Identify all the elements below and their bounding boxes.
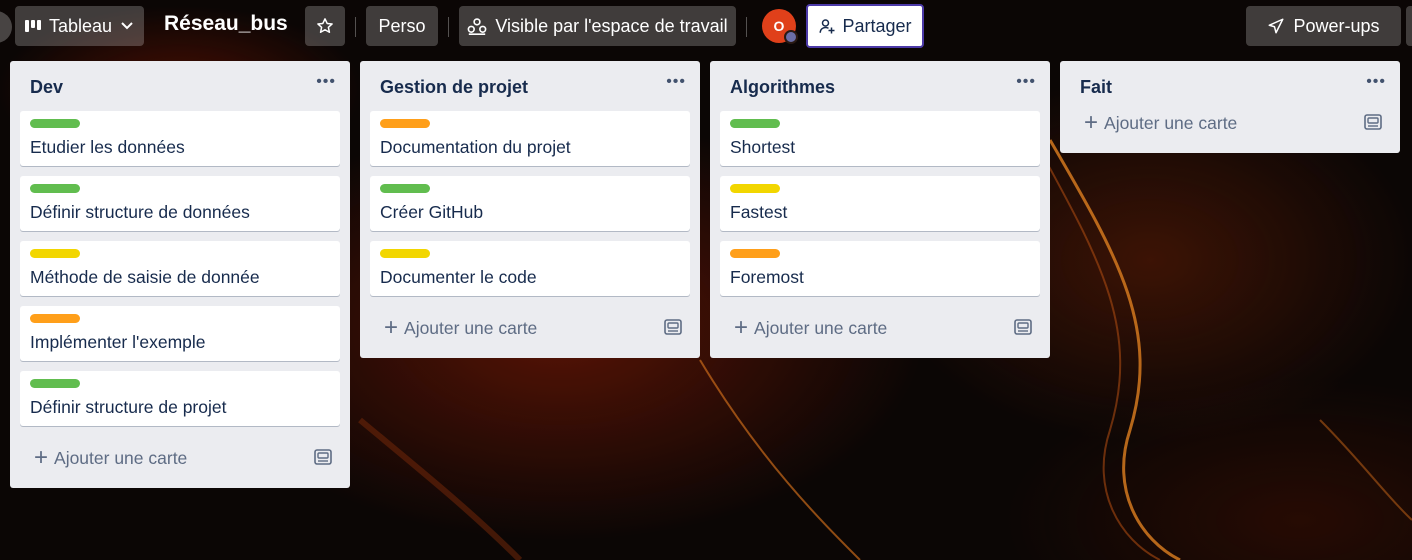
card-label-green — [30, 184, 80, 193]
board-view-icon — [24, 20, 41, 32]
list-header: Dev ••• — [10, 61, 350, 111]
avatar-initial: O — [773, 18, 785, 34]
board-title[interactable]: Réseau_bus — [164, 12, 288, 36]
card-title: Etudier les données — [30, 137, 185, 157]
view-switcher-button[interactable]: Tableau — [15, 6, 144, 46]
header-divider — [355, 17, 356, 37]
list-fait: Fait ••• + Ajouter une carte — [1060, 61, 1400, 153]
card[interactable]: Etudier les données — [20, 111, 340, 166]
card[interactable]: Créer GitHub — [370, 176, 690, 231]
card-label-yellow — [380, 249, 430, 258]
add-card-row: + Ajouter une carte — [360, 306, 700, 358]
card-label-orange — [30, 314, 80, 323]
menu-button[interactable] — [1406, 6, 1412, 46]
list-title[interactable]: Gestion de projet — [380, 77, 528, 98]
add-card-button[interactable]: + Ajouter une carte — [734, 316, 887, 340]
more-options-icon[interactable]: ••• — [1016, 73, 1036, 91]
card-title: Documentation du projet — [380, 137, 571, 157]
card-template-icon[interactable] — [1014, 319, 1032, 335]
list-header: Gestion de projet ••• — [360, 61, 700, 111]
add-card-button[interactable]: + Ajouter une carte — [1084, 111, 1237, 135]
header-divider — [746, 17, 747, 37]
add-card-row: + Ajouter une carte — [10, 436, 350, 488]
workspace-label: Perso — [378, 15, 426, 36]
card-template-icon[interactable] — [314, 449, 332, 465]
add-card-row: + Ajouter une carte — [1060, 101, 1400, 153]
plus-icon: + — [384, 314, 399, 341]
plus-icon: + — [34, 444, 49, 471]
card-title: Foremost — [730, 267, 804, 287]
visibility-button[interactable]: Visible par l'espace de travail — [459, 6, 736, 46]
list-gestion-de-projet: Gestion de projet ••• Documentation du p… — [360, 61, 700, 358]
list-title[interactable]: Algorithmes — [730, 77, 835, 98]
card-label-yellow — [730, 184, 780, 193]
add-card-label: Ajouter une carte — [404, 317, 538, 338]
more-options-icon[interactable]: ••• — [316, 73, 336, 91]
admin-badge-icon — [784, 30, 798, 44]
card-label-green — [30, 119, 80, 128]
add-card-button[interactable]: + Ajouter une carte — [34, 446, 187, 470]
share-button[interactable]: Partager — [806, 4, 924, 48]
visibility-label: Visible par l'espace de travail — [495, 15, 728, 36]
share-label: Partager — [842, 15, 912, 36]
card-title: Définir structure de projet — [30, 397, 227, 417]
list-title[interactable]: Dev — [30, 77, 63, 98]
add-person-icon — [819, 19, 835, 34]
list-algorithmes: Algorithmes ••• Shortest Fastest Foremos… — [710, 61, 1050, 358]
card-template-icon[interactable] — [664, 319, 682, 335]
card-label-orange — [380, 119, 430, 128]
card-label-orange — [730, 249, 780, 258]
card[interactable]: Définir structure de projet — [20, 371, 340, 426]
card-label-green — [380, 184, 430, 193]
card-label-green — [730, 119, 780, 128]
header-divider — [448, 17, 449, 37]
card[interactable]: Documenter le code — [370, 241, 690, 296]
list-header: Algorithmes ••• — [710, 61, 1050, 111]
card-template-icon[interactable] — [1364, 114, 1382, 130]
list-title[interactable]: Fait — [1080, 77, 1112, 98]
card-label-yellow — [30, 249, 80, 258]
card[interactable]: Implémenter l'exemple — [20, 306, 340, 361]
add-card-label: Ajouter une carte — [754, 317, 888, 338]
left-edge-button[interactable] — [0, 11, 12, 43]
card-title: Fastest — [730, 202, 788, 222]
board-header: Tableau Réseau_bus Perso Visible par l'e… — [0, 0, 1412, 54]
card[interactable]: Définir structure de données — [20, 176, 340, 231]
chevron-down-icon — [121, 22, 133, 30]
card[interactable]: Foremost — [720, 241, 1040, 296]
add-card-label: Ajouter une carte — [54, 447, 188, 468]
view-switcher-label: Tableau — [48, 15, 113, 36]
powerups-button[interactable]: Power-ups — [1246, 6, 1401, 46]
more-options-icon[interactable]: ••• — [1366, 73, 1386, 91]
card-title: Définir structure de données — [30, 202, 250, 222]
card[interactable]: Méthode de saisie de donnée — [20, 241, 340, 296]
add-card-button[interactable]: + Ajouter une carte — [384, 316, 537, 340]
card-title: Méthode de saisie de donnée — [30, 267, 260, 287]
card-title: Implémenter l'exemple — [30, 332, 206, 352]
card-title: Shortest — [730, 137, 796, 157]
add-card-row: + Ajouter une carte — [710, 306, 1050, 358]
more-options-icon[interactable]: ••• — [666, 73, 686, 91]
plus-icon: + — [1084, 109, 1099, 136]
list-header: Fait ••• — [1060, 61, 1400, 106]
list-dev: Dev ••• Etudier les données Définir stru… — [10, 61, 350, 488]
add-card-label: Ajouter une carte — [1104, 112, 1238, 133]
star-button[interactable] — [305, 6, 345, 46]
card-title: Créer GitHub — [380, 202, 484, 222]
card[interactable]: Fastest — [720, 176, 1040, 231]
workspace-visibility-icon — [467, 18, 487, 35]
rocket-icon — [1268, 18, 1284, 34]
plus-icon: + — [734, 314, 749, 341]
card[interactable]: Shortest — [720, 111, 1040, 166]
card-title: Documenter le code — [380, 267, 537, 287]
star-icon — [317, 18, 333, 33]
card[interactable]: Documentation du projet — [370, 111, 690, 166]
card-label-green — [30, 379, 80, 388]
workspace-button[interactable]: Perso — [366, 6, 438, 46]
powerups-label: Power-ups — [1293, 15, 1380, 36]
